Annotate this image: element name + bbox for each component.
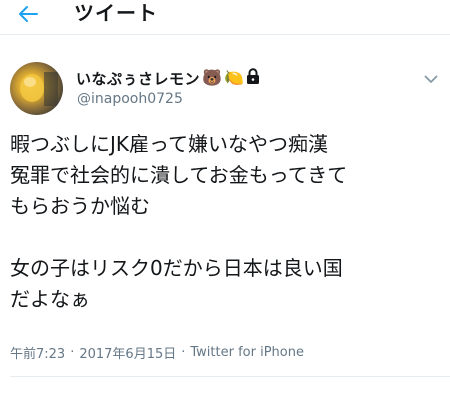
user-avatar[interactable] [10, 62, 63, 115]
avatar-image [20, 72, 58, 106]
tweet-source[interactable]: Twitter for iPhone [190, 345, 304, 360]
arrow-left-icon [19, 6, 38, 22]
user-handle[interactable]: @inapooh0725 [77, 91, 183, 107]
tweet-text: 暇つぶしにJK雇って嫌いなやつ痴漢 冤罪で社会的に潰してお金もってきて もらおう… [10, 132, 348, 311]
lock-icon [246, 67, 260, 89]
tweet-menu-button[interactable] [420, 71, 442, 87]
display-name-row[interactable]: いなぷぅさレモン 🐻 🍋 [76, 67, 260, 89]
display-name[interactable]: いなぷぅさレモン [76, 68, 200, 89]
top-bar: ツイート [0, 0, 450, 35]
back-button[interactable] [10, 0, 46, 28]
page-title: ツイート [74, 1, 158, 25]
tweet-detail: いなぷぅさレモン 🐻 🍋 @inapooh0725 暇つぶしにJK雇って嫌いなや… [0, 35, 450, 395]
divider [10, 376, 450, 377]
tweet-date[interactable]: 2017年6月15日 [79, 343, 176, 362]
bear-icon: 🐻 [202, 68, 222, 87]
meta-separator: · [70, 345, 75, 360]
lemon-icon: 🍋 [223, 68, 244, 87]
tweet-metadata: 午前7:23 · 2017年6月15日 · Twitter for iPhone [10, 343, 304, 362]
meta-separator: · [181, 345, 186, 360]
chevron-down-icon [424, 75, 438, 83]
tweet-time: 午前7:23 [10, 347, 66, 362]
